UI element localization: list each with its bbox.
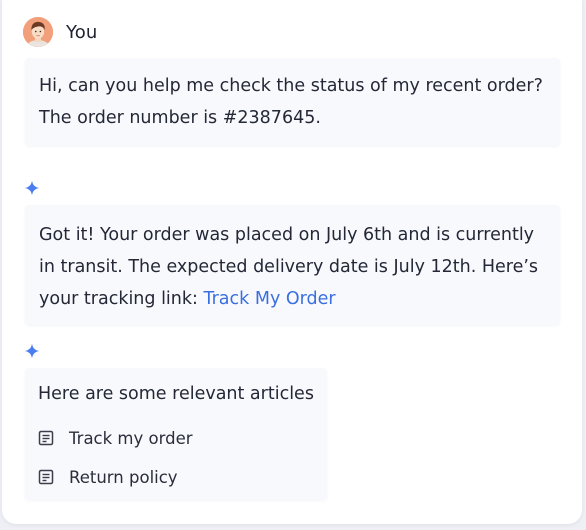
user-name: You xyxy=(66,21,98,43)
article-label: Return policy xyxy=(69,467,178,487)
article-item-return-policy[interactable]: Return policy xyxy=(38,465,178,489)
article-label: Track my order xyxy=(69,428,193,448)
user-message-bubble: Hi, can you help me check the status of … xyxy=(25,58,560,146)
chat-panel: You Hi, can you help me check the status… xyxy=(2,0,582,524)
articles-title: Here are some relevant articles xyxy=(38,384,314,404)
assistant-message-bubble: Got it! Your order was placed on July 6t… xyxy=(25,205,560,325)
assistant-sparkle-icon xyxy=(24,343,40,359)
assistant-sparkle-icon xyxy=(24,180,40,196)
relevant-articles-card: Here are some relevant articles Track my… xyxy=(25,368,327,500)
track-order-link[interactable]: Track My Order xyxy=(203,289,335,309)
user-message-text: Hi, can you help me check the status of … xyxy=(39,76,543,128)
article-icon xyxy=(38,469,54,485)
user-header: You xyxy=(23,17,97,47)
user-avatar xyxy=(23,17,53,47)
article-item-track-order[interactable]: Track my order xyxy=(38,426,193,450)
article-icon xyxy=(38,430,54,446)
